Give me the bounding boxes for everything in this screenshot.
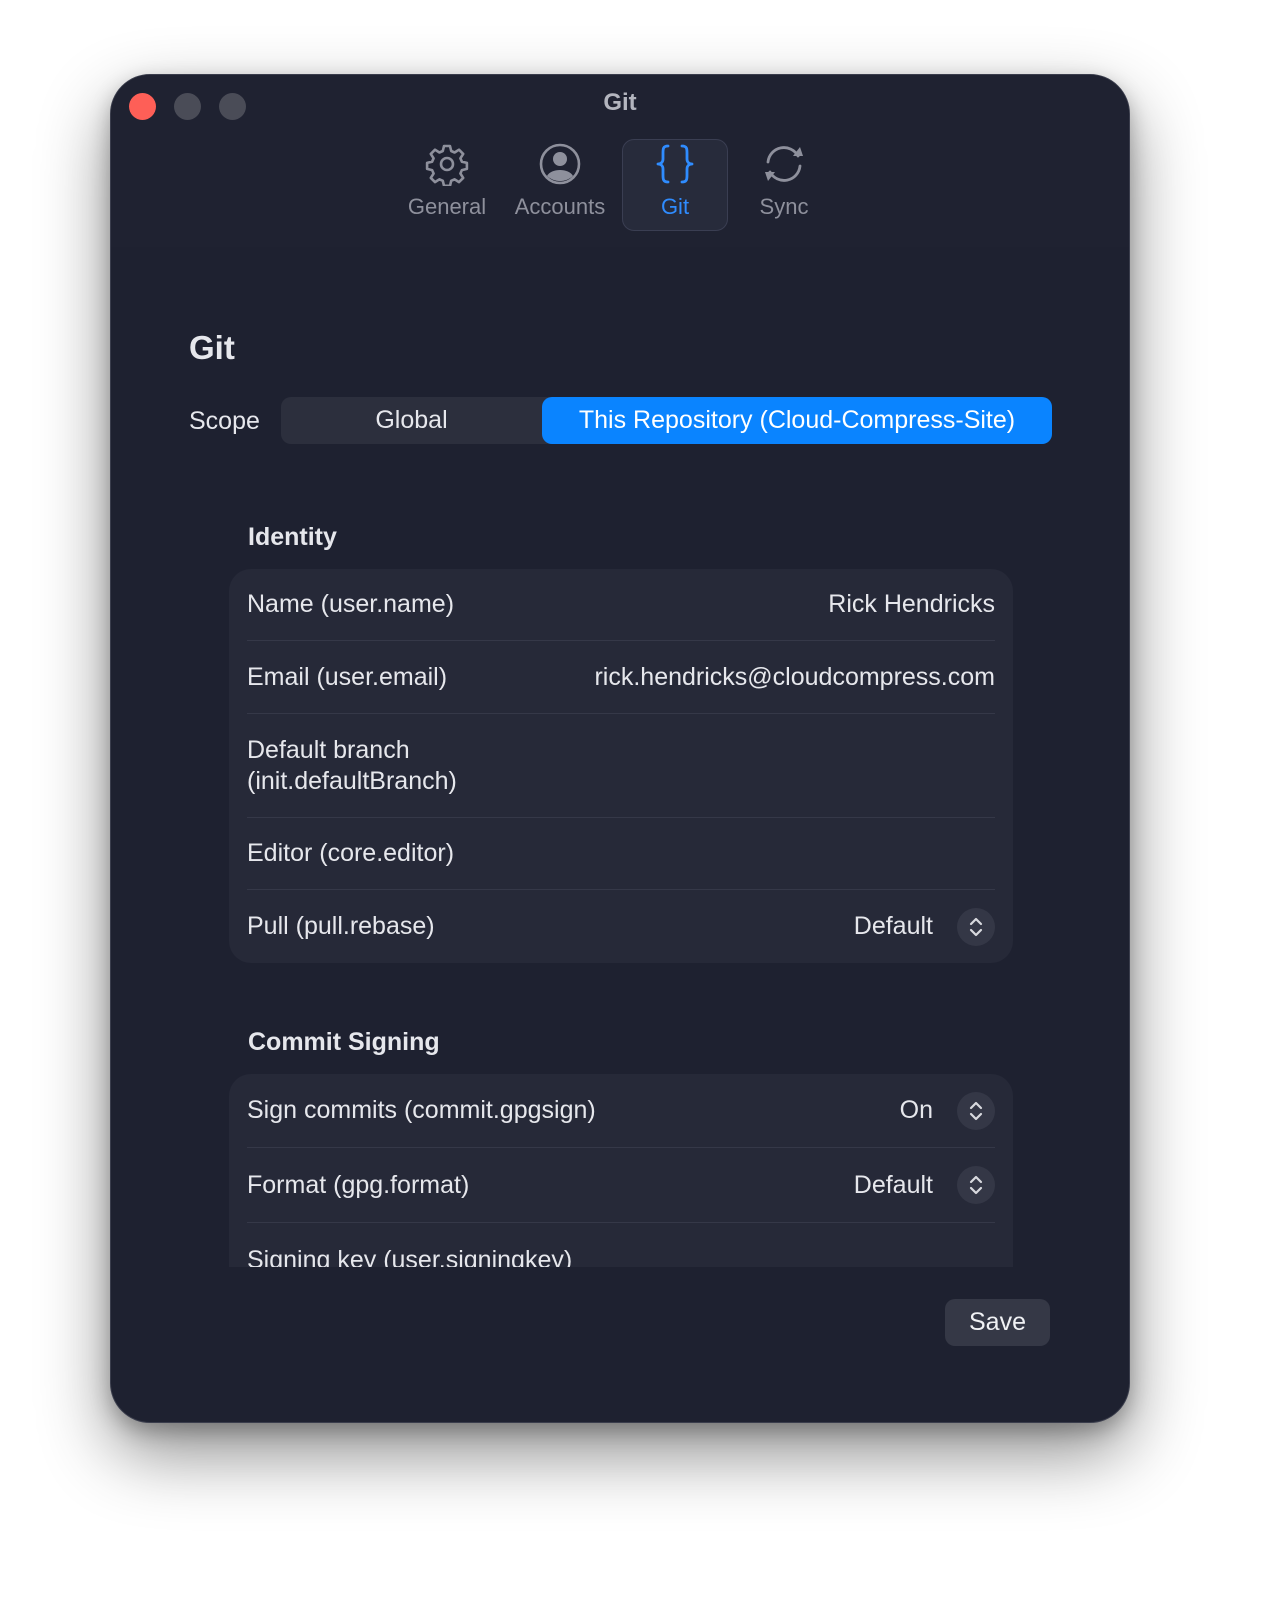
tab-accounts-label: Accounts bbox=[514, 194, 606, 219]
popup-value: Default bbox=[853, 912, 933, 940]
commit-signing-section-title: Commit Signing bbox=[248, 1028, 440, 1056]
commit-gpgsign-popup[interactable]: On bbox=[899, 1091, 995, 1130]
settings-scroll-area[interactable]: Identity Name (user.name) Rick Hendricks… bbox=[111, 487, 1129, 1267]
up-down-chevron-icon[interactable] bbox=[957, 1166, 995, 1204]
setting-label: Editor (core.editor) bbox=[247, 839, 455, 867]
preferences-toolbar: General Accounts Git Sync bbox=[396, 139, 840, 231]
setting-row-user-name[interactable]: Name (user.name) Rick Hendricks bbox=[247, 569, 995, 641]
setting-label: Name (user.name) bbox=[247, 590, 455, 618]
popup-value: Default bbox=[853, 1170, 933, 1199]
save-button[interactable]: Save bbox=[945, 1299, 1050, 1346]
setting-label: Sign commits (commit.gpgsign) bbox=[247, 1096, 596, 1124]
setting-row-user-email[interactable]: Email (user.email) rick.hendricks@cloudc… bbox=[247, 641, 995, 714]
curly-braces-icon bbox=[656, 144, 694, 184]
person-circle-icon bbox=[539, 143, 581, 185]
setting-row-gpg-format[interactable]: Format (gpg.format) Default bbox=[247, 1148, 995, 1223]
identity-section-title: Identity bbox=[248, 523, 337, 551]
setting-label: Pull (pull.rebase) bbox=[247, 912, 435, 940]
tab-sync[interactable]: Sync bbox=[734, 139, 834, 231]
setting-row-pull-rebase[interactable]: Pull (pull.rebase) Default bbox=[247, 890, 995, 963]
setting-label: Format (gpg.format) bbox=[247, 1170, 470, 1199]
setting-row-core-editor[interactable]: Editor (core.editor) bbox=[247, 818, 995, 890]
tab-accounts[interactable]: Accounts bbox=[504, 139, 616, 231]
scope-segmented-control: Global This Repository (Cloud-Compress-S… bbox=[281, 397, 1052, 444]
user-name-value[interactable]: Rick Hendricks bbox=[828, 590, 995, 619]
scope-label: Scope bbox=[189, 407, 260, 435]
sync-icon bbox=[765, 146, 803, 182]
page-title: Git bbox=[189, 329, 235, 366]
tab-git[interactable]: Git bbox=[622, 139, 728, 231]
commit-signing-group: Sign commits (commit.gpgsign) On Format … bbox=[229, 1074, 1013, 1267]
up-down-chevron-icon[interactable] bbox=[957, 1091, 995, 1130]
setting-label: Signing key (user.signingkey) bbox=[247, 1245, 573, 1268]
pull-rebase-popup[interactable]: Default bbox=[853, 907, 995, 946]
up-down-chevron-icon[interactable] bbox=[957, 907, 995, 946]
setting-label-line: (init.defaultBranch) bbox=[247, 766, 457, 795]
tab-sync-label: Sync bbox=[759, 194, 809, 219]
user-email-value[interactable]: rick.hendricks@cloudcompress.com bbox=[594, 663, 995, 692]
popup-value: On bbox=[899, 1096, 933, 1124]
preferences-window: Git General Accounts Git Sync Git Scope … bbox=[110, 74, 1130, 1423]
identity-group: Name (user.name) Rick Hendricks Email (u… bbox=[229, 569, 1013, 963]
gear-icon bbox=[425, 144, 469, 186]
git-settings-pane: Git Scope Global This Repository (Cloud-… bbox=[111, 247, 1129, 1422]
scope-repository-segment[interactable]: This Repository (Cloud-Compress-Site) bbox=[542, 397, 1052, 444]
titlebar: Git General Accounts Git Sync bbox=[111, 75, 1129, 247]
tab-git-label: Git bbox=[660, 194, 690, 219]
setting-row-default-branch[interactable]: Default branch (init.defaultBranch) bbox=[247, 714, 995, 818]
gpg-format-popup[interactable]: Default bbox=[854, 1166, 995, 1204]
setting-label: Default branch (init.defaultBranch) bbox=[247, 735, 457, 797]
setting-row-commit-gpgsign[interactable]: Sign commits (commit.gpgsign) On bbox=[247, 1074, 995, 1148]
tab-general-label: General bbox=[407, 194, 487, 219]
window-title: Git bbox=[603, 89, 637, 116]
setting-label: Email (user.email) bbox=[247, 662, 448, 691]
setting-row-signing-key[interactable]: Signing key (user.signingkey) bbox=[247, 1223, 995, 1268]
scope-global-segment[interactable]: Global bbox=[281, 397, 542, 444]
tab-general[interactable]: General bbox=[396, 139, 498, 231]
setting-label-line: Default branch bbox=[247, 735, 410, 764]
